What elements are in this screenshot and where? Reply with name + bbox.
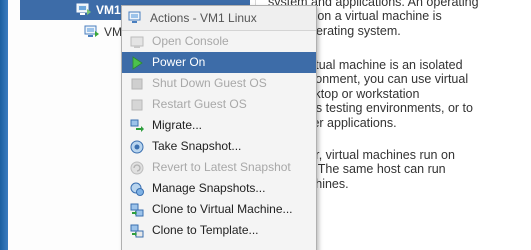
- menu-item-revert-snapshot[interactable]: Revert to Latest Snapshot: [122, 157, 316, 178]
- revert-snapshot-icon: [130, 161, 144, 174]
- play-icon: [132, 55, 143, 70]
- menu-item-power-on[interactable]: Power On: [122, 52, 316, 73]
- restart-icon: [131, 99, 143, 110]
- actions-context-menu: Actions - VM1 Linux Open Console Power O…: [121, 5, 317, 250]
- menu-item-label: Take Snapshot...: [152, 139, 242, 153]
- menu-item-restart-guest-os[interactable]: Restart Guest OS: [122, 94, 316, 115]
- menu-item-label: Power On: [152, 55, 206, 69]
- menu-item-label: Manage Snapshots...: [152, 181, 266, 195]
- menu-item-label: Migrate...: [152, 118, 203, 132]
- clone-template-icon: [130, 224, 144, 237]
- clone-vm-icon: [130, 203, 144, 216]
- menu-header-title: Actions - VM1 Linux: [150, 11, 257, 25]
- menu-item-take-snapshot[interactable]: Take Snapshot...: [122, 136, 316, 157]
- menu-item-clone-to-vm[interactable]: Clone to Virtual Machine...: [122, 199, 316, 220]
- menu-item-label: Shut Down Guest OS: [152, 76, 267, 90]
- menu-item-manage-snapshots[interactable]: Manage Snapshots...: [122, 178, 316, 199]
- menu-item-clone-to-template[interactable]: Clone to Template...: [122, 220, 316, 241]
- manage-snapshots-icon: [130, 182, 144, 196]
- menu-item-label: Clone to Virtual Machine...: [152, 202, 293, 216]
- menu-item-label: Open Console: [152, 34, 229, 48]
- console-icon: [130, 36, 144, 48]
- menu-item-label: Revert to Latest Snapshot: [152, 160, 291, 174]
- vm-icon: [128, 11, 141, 23]
- menu-header: Actions - VM1 Linux: [122, 6, 316, 31]
- migrate-icon: [130, 119, 144, 132]
- vm-icon: [76, 3, 91, 15]
- menu-item-label: Restart Guest OS: [152, 97, 247, 111]
- menu-item-open-console[interactable]: Open Console: [122, 31, 316, 52]
- screen: VM1 Li VMw system and applications. An o…: [0, 0, 531, 250]
- nav-accent-strip: [0, 0, 8, 250]
- shutdown-icon: [131, 78, 143, 89]
- snapshot-icon: [130, 140, 144, 153]
- menu-item-shut-down-guest-os[interactable]: Shut Down Guest OS: [122, 73, 316, 94]
- menu-item-migrate[interactable]: Migrate...: [122, 115, 316, 136]
- menu-item-label: Clone to Template...: [152, 223, 259, 237]
- vm-icon: [84, 25, 99, 37]
